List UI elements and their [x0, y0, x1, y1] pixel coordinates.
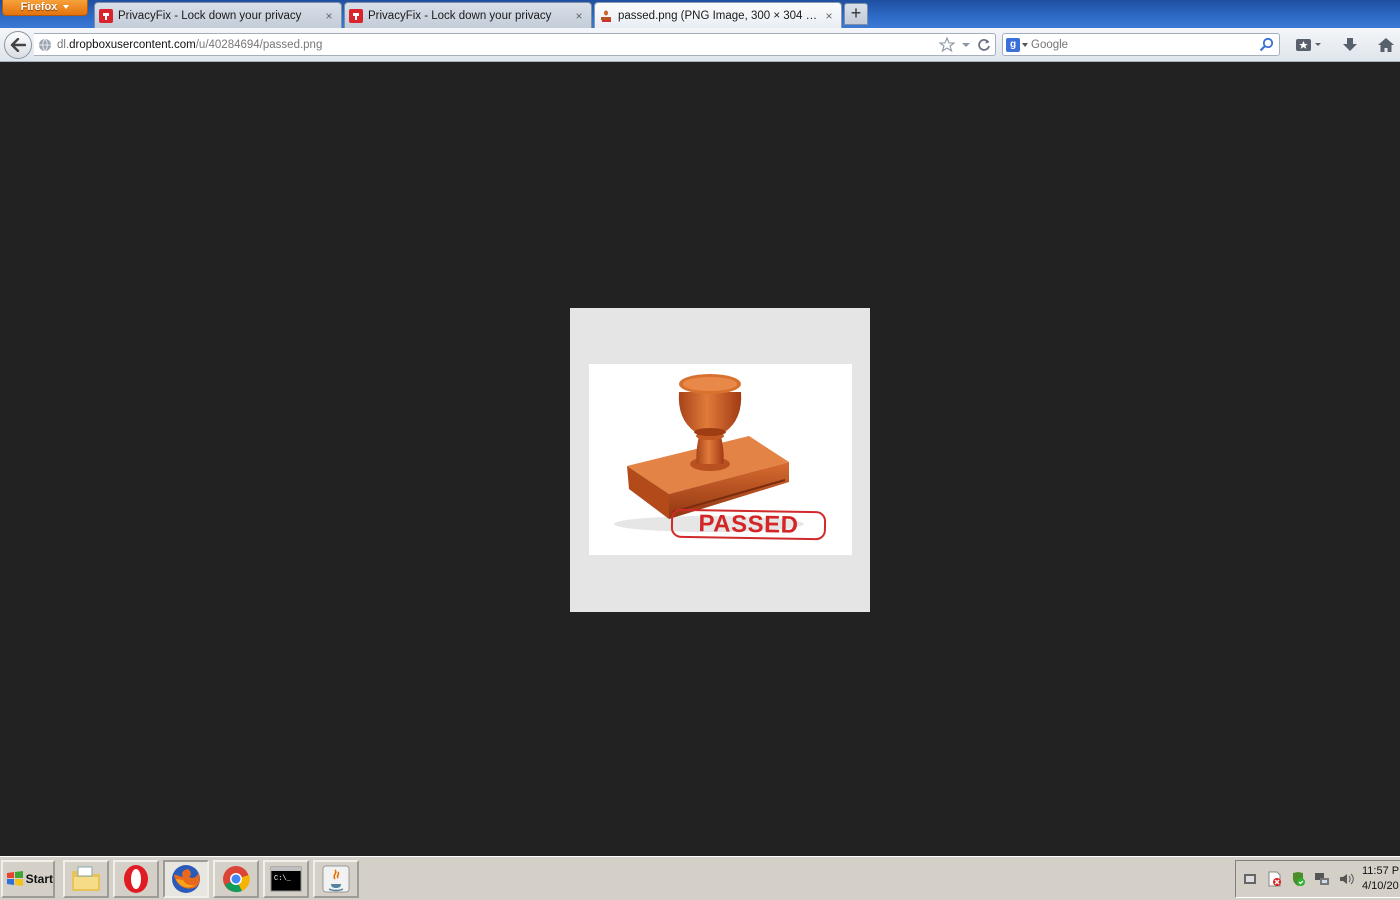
url-prefix: dl. — [57, 38, 70, 51]
network-icon[interactable] — [1314, 871, 1330, 887]
google-icon: g — [1006, 37, 1020, 52]
displayed-image[interactable]: PASSED — [570, 308, 870, 612]
bookmarks-icon — [1296, 39, 1321, 51]
chevron-down-icon — [1022, 42, 1028, 47]
firefox-icon[interactable] — [163, 860, 209, 898]
start-button[interactable]: Start — [1, 860, 55, 898]
tab-privacyfix-2[interactable]: PrivacyFix - Lock down your privacy × — [344, 2, 592, 28]
clock-time: 11:57 P — [1362, 865, 1400, 877]
volume-icon[interactable] — [1338, 871, 1354, 887]
close-tab-icon[interactable]: × — [573, 10, 585, 22]
search-bar[interactable]: g — [1002, 33, 1280, 56]
reload-icon[interactable] — [977, 38, 991, 52]
passed-stamp-text: PASSED — [670, 508, 827, 541]
close-tab-icon[interactable]: × — [823, 10, 835, 22]
close-tab-icon[interactable]: × — [323, 10, 335, 22]
svg-text:C:\_: C:\_ — [274, 875, 292, 883]
privacyfix-favicon-icon — [99, 8, 113, 23]
new-tab-button[interactable]: + — [844, 3, 868, 25]
firefox-menu-label: Firefox — [20, 1, 58, 13]
tab-title: PrivacyFix - Lock down your privacy — [368, 9, 552, 22]
start-label: Start — [25, 872, 53, 886]
taskbar: Start C:\_ 11:57 P 4/10/20 — [0, 856, 1400, 900]
back-arrow-icon — [10, 38, 26, 52]
image-favicon-icon — [599, 9, 613, 23]
stamp-picture: PASSED — [589, 364, 852, 555]
search-engine-selector[interactable]: g — [1003, 34, 1031, 55]
opera-icon[interactable] — [113, 860, 159, 898]
history-dropdown-icon[interactable] — [961, 40, 971, 50]
tab-passed-png[interactable]: passed.png (PNG Image, 300 × 304 pixels)… — [594, 2, 842, 28]
bookmark-star-icon[interactable] — [939, 37, 955, 53]
tab-title: passed.png (PNG Image, 300 × 304 pixels) — [618, 9, 818, 22]
shield-check-icon[interactable] — [1290, 871, 1306, 887]
file-explorer-icon[interactable] — [63, 860, 109, 898]
site-identity-globe-icon[interactable] — [38, 38, 52, 52]
command-prompt-icon[interactable]: C:\_ — [263, 860, 309, 898]
bookmarks-menu-button[interactable] — [1292, 34, 1326, 56]
firefox-menu-button[interactable]: Firefox — [2, 0, 88, 16]
url-text: dl.dropboxusercontent.com/u/40284694/pas… — [57, 39, 322, 51]
navigation-toolbar: dl.dropboxusercontent.com/u/40284694/pas… — [0, 28, 1400, 62]
search-input[interactable] — [1031, 38, 1251, 51]
tab-title: PrivacyFix - Lock down your privacy — [118, 9, 302, 22]
download-arrow-icon — [1343, 38, 1357, 51]
clock-date: 4/10/20 — [1362, 880, 1399, 892]
java-icon[interactable] — [313, 860, 359, 898]
downloads-button[interactable] — [1338, 34, 1362, 56]
windows-logo-icon — [7, 871, 23, 886]
security-alert-icon[interactable] — [1266, 871, 1282, 887]
image-viewer-area: PASSED — [0, 62, 1400, 856]
clock[interactable]: 11:57 P 4/10/20 — [1362, 864, 1400, 894]
tab-strip: Firefox PrivacyFix - Lock down your priv… — [0, 0, 1400, 28]
home-button[interactable] — [1374, 34, 1398, 56]
tab-privacyfix-1[interactable]: PrivacyFix - Lock down your privacy × — [94, 2, 342, 28]
back-button[interactable] — [4, 31, 32, 59]
search-icon[interactable] — [1259, 37, 1274, 52]
home-icon — [1378, 38, 1394, 52]
address-bar[interactable]: dl.dropboxusercontent.com/u/40284694/pas… — [34, 33, 996, 56]
privacyfix-favicon-icon — [349, 8, 363, 23]
chevron-down-icon — [63, 5, 70, 10]
vmware-icon[interactable] — [1242, 871, 1258, 887]
url-path: /u/40284694/passed.png — [195, 38, 323, 51]
chrome-icon[interactable] — [213, 860, 259, 898]
url-domain: dropboxusercontent.com — [69, 38, 196, 51]
